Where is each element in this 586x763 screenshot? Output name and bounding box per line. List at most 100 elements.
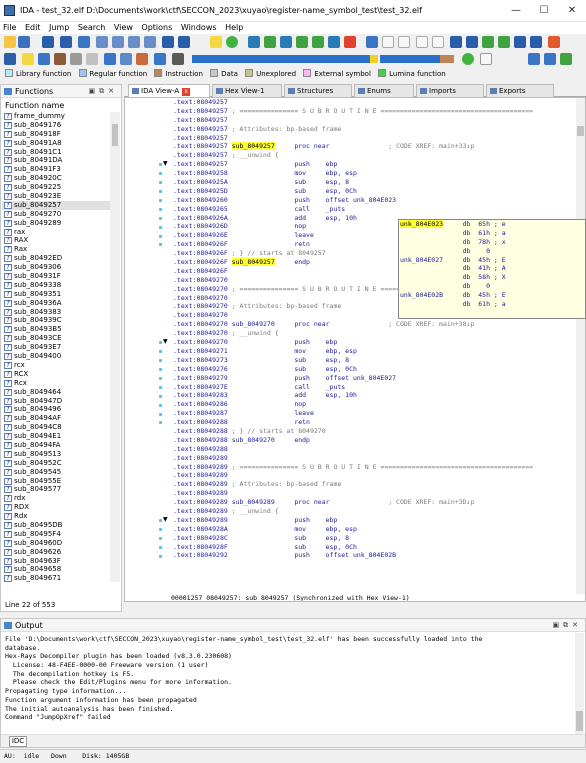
function-list-item[interactable]: f sub_8049577 (2, 485, 110, 494)
breakpoint-dot[interactable] (159, 172, 162, 176)
disassembly-line[interactable]: .text:08049292 push offset unk_804E02B (173, 551, 573, 560)
disassembly-line[interactable]: .text:08049260 push offset unk_804E023 (173, 196, 573, 205)
names-icon[interactable] (498, 36, 510, 48)
function-list-item[interactable]: f sub_804918F (2, 130, 110, 139)
delete-icon[interactable] (344, 36, 356, 48)
disassembly-line[interactable]: .text:08049270 ; __unwind { (173, 329, 573, 338)
step-icon[interactable] (528, 53, 540, 65)
function-list-item[interactable]: f sub_8049513 (2, 450, 110, 459)
disassembly-line[interactable]: .text:08049276 sub esp, 0Ch (173, 365, 573, 374)
function-list-item[interactable]: f sub_804952C (2, 459, 110, 468)
breakpoint-dot[interactable] (159, 528, 162, 532)
navigate-icon[interactable] (4, 53, 16, 65)
proximity-icon[interactable] (312, 36, 324, 48)
menu-windows[interactable]: Windows (178, 22, 220, 34)
tab-hex-view-1[interactable]: Hex View-1 (212, 84, 282, 97)
breakpoint-dot[interactable] (159, 198, 162, 202)
functions-scrollbar[interactable] (110, 112, 120, 582)
function-list-item[interactable]: f sub_8049257 (2, 200, 110, 210)
function-list-item[interactable]: f sub_8049176 (2, 121, 110, 130)
tab-exports[interactable]: Exports (486, 84, 554, 97)
idc-button[interactable]: IDC (9, 736, 27, 747)
function-list-item[interactable]: f sub_8049658 (2, 565, 110, 574)
search-text-icon[interactable] (112, 36, 124, 48)
ida-view-disassembly[interactable]: ▼ ▼ ▼ .text:08049257 .text:08049257 ; =====… (124, 97, 586, 602)
undefine-icon[interactable] (54, 53, 66, 65)
navigation-cursor[interactable] (370, 55, 378, 63)
function-list-item[interactable]: f RCX (2, 370, 110, 379)
string-icon[interactable] (86, 53, 98, 65)
collapse-arrow-icon[interactable]: ▼ (163, 338, 168, 345)
code-icon[interactable] (22, 53, 34, 65)
breakpoint-dot[interactable] (159, 163, 162, 167)
menu-jump[interactable]: Jump (46, 22, 72, 34)
disassembly-line[interactable]: .text:08049286 nop (173, 400, 573, 409)
function-list-item[interactable]: f sub_80492ED (2, 254, 110, 263)
function-list-item[interactable]: f Rdx (2, 512, 110, 521)
disassembly-line[interactable]: .text:08049289 ; __unwind { (173, 507, 573, 516)
binoculars-icon[interactable] (96, 36, 108, 48)
breakpoint-dot[interactable] (159, 394, 162, 398)
function-icon[interactable] (104, 53, 116, 65)
function-list-item[interactable]: f sub_80493B5 (2, 325, 110, 334)
function-list-item[interactable]: f rax (2, 228, 110, 237)
run-icon[interactable] (226, 36, 238, 48)
function-list-item[interactable]: f sub_804963F (2, 557, 110, 566)
down-arrow-icon[interactable] (162, 36, 174, 48)
maximize-button[interactable]: ☐ (530, 0, 558, 22)
breakpoint-dot[interactable] (159, 421, 162, 425)
function-list-item[interactable]: f sub_80491F3 (2, 165, 110, 174)
tab-ida-view-a[interactable]: IDA View-A x (128, 84, 210, 98)
flowchart-icon[interactable] (296, 36, 308, 48)
function-list-item[interactable]: f sub_80494C8 (2, 423, 110, 432)
disassembly-line[interactable]: .text:08049258 mov ebp, esp (173, 169, 573, 178)
breakpoint-dot[interactable] (159, 181, 162, 185)
disassembly-line[interactable]: .text:08049257 (173, 134, 573, 143)
function-list-item[interactable]: f sub_8049383 (2, 308, 110, 317)
jump-icon[interactable] (78, 36, 90, 48)
disassembly-line[interactable]: .text:08049257 ; __unwind { (173, 151, 573, 160)
menu-edit[interactable]: Edit (22, 22, 44, 34)
bookmark-icon[interactable] (382, 36, 394, 48)
function-list-item[interactable]: f sub_804939C (2, 316, 110, 325)
text-view-icon[interactable] (178, 36, 190, 48)
breakpoint-dot[interactable] (159, 519, 162, 523)
function-list-item[interactable]: f RAX (2, 236, 110, 245)
function-list-item[interactable]: f frame_dummy (2, 112, 110, 121)
breakpoint-dot[interactable] (159, 190, 162, 193)
output-scrollbar[interactable] (575, 633, 584, 736)
patch-icon[interactable] (264, 36, 276, 48)
menu-view[interactable]: View (111, 22, 136, 34)
breakpoint-dot[interactable] (159, 234, 162, 238)
disassembly-line[interactable]: .text:0804928F sub esp, 0Ch (173, 543, 573, 552)
breakpoint-dot[interactable] (159, 341, 162, 345)
disassembly-line[interactable]: .text:08049289 (173, 471, 573, 480)
step-over-icon[interactable] (544, 53, 556, 65)
function-list-item[interactable]: f sub_80491DA (2, 156, 110, 165)
function-list-item[interactable]: f sub_8049306 (2, 263, 110, 272)
segment-icon[interactable] (416, 36, 428, 48)
stack-icon[interactable] (530, 36, 542, 48)
navigation-band[interactable] (192, 55, 370, 63)
function-list-item[interactable]: f sub_8049464 (2, 388, 110, 397)
disassembly-line[interactable]: .text:08049273 sub esp, 8 (173, 356, 573, 365)
function-list-item[interactable]: f sub_80491C1 (2, 148, 110, 157)
memory-icon[interactable] (560, 53, 572, 65)
function-list-item[interactable]: f sub_8049225 (2, 183, 110, 192)
disassembly-line[interactable]: .text:08049289 (173, 454, 573, 463)
strings-icon[interactable] (210, 36, 222, 48)
function-list-item[interactable]: f sub_80495DB (2, 521, 110, 530)
plugins-icon[interactable] (548, 36, 560, 48)
navigation-band-right[interactable] (380, 55, 440, 63)
disassembly-line[interactable]: .text:08049288 retn (173, 418, 573, 427)
disassembly-line[interactable]: .text:08049257 push ebp (173, 160, 573, 169)
disassembly-line[interactable]: .text:08049288 ; } // starts at 8049270 (173, 427, 573, 436)
navigation-band-end[interactable] (440, 55, 454, 63)
breakpoint-dot[interactable] (159, 243, 162, 247)
breakpoint-dot[interactable] (159, 350, 162, 354)
disassembly-line[interactable]: .text:0804927E call _puts (173, 383, 573, 392)
disassembly-line[interactable]: .text:08049257 sub_8049257 proc near ; C… (173, 142, 573, 151)
breakpoint-dot[interactable] (159, 412, 162, 416)
tab-structures[interactable]: Structures (284, 84, 352, 97)
disassembly-line[interactable]: .text:08049271 mov ebp, esp (173, 347, 573, 356)
